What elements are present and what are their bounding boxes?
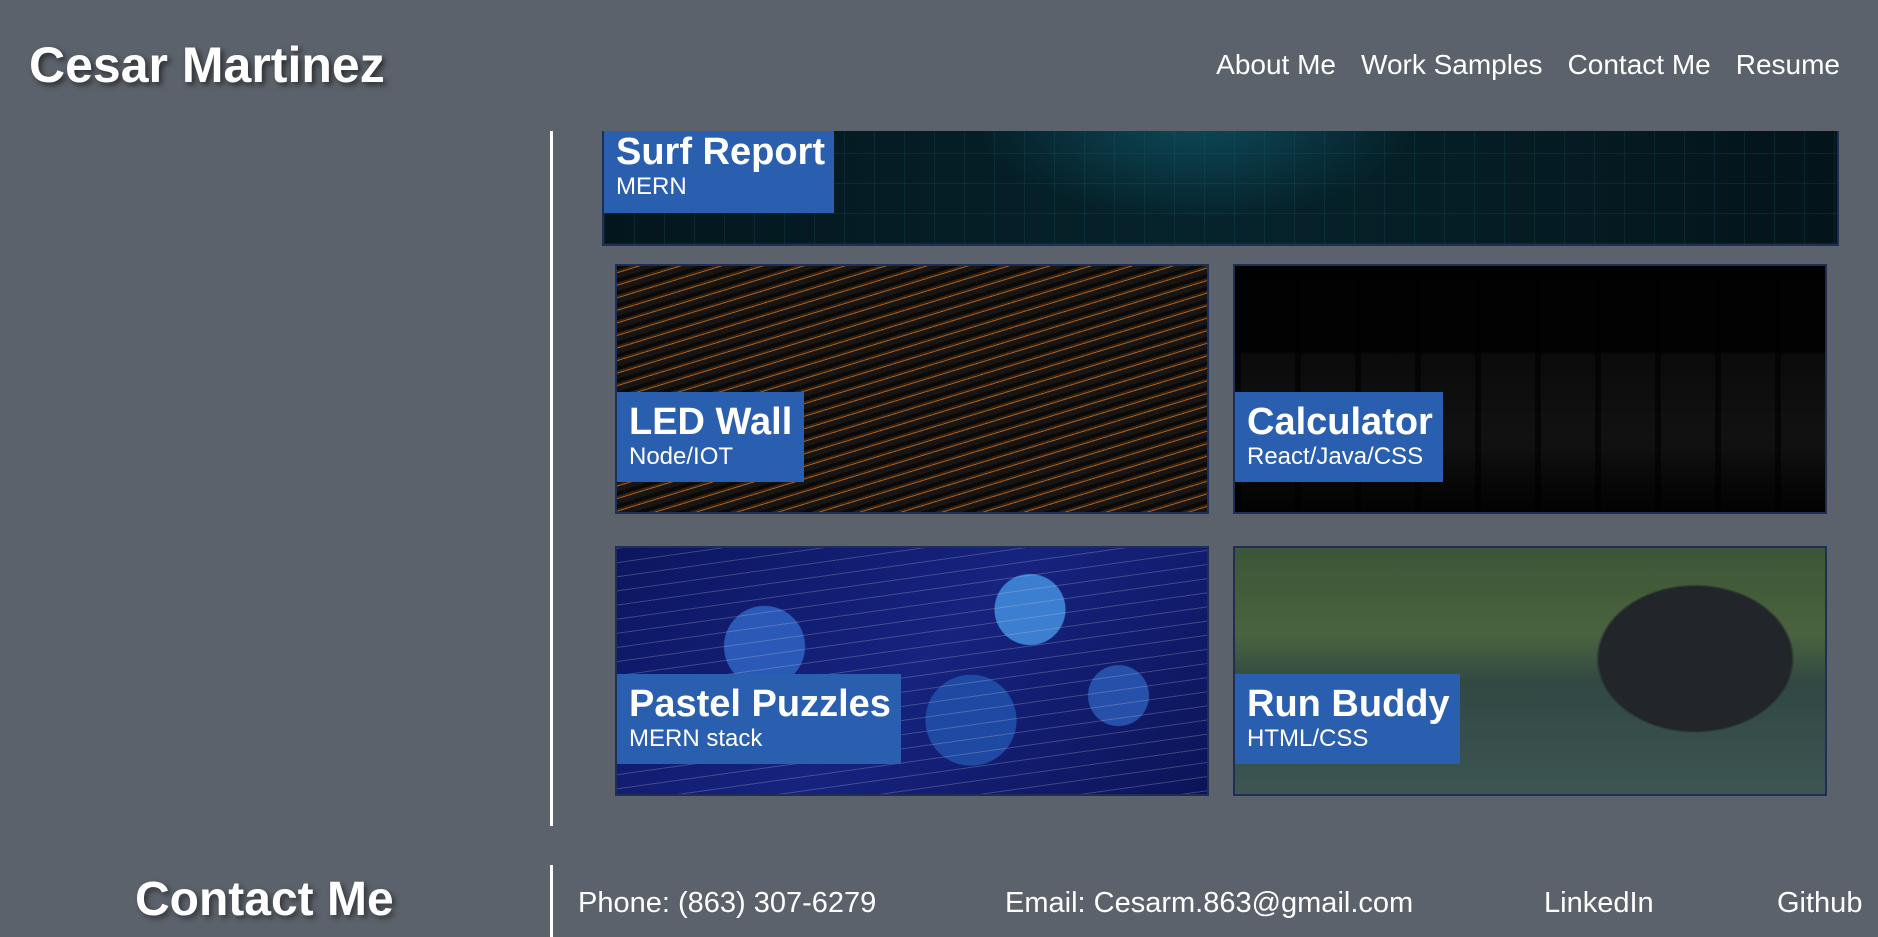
contact-phone: Phone: (863) 307-6279 <box>578 887 877 919</box>
project-tech: MERN stack <box>629 725 763 752</box>
main-nav: About Me Work Samples Contact Me Resume <box>1216 48 1840 82</box>
section-divider <box>550 131 553 826</box>
project-title: LED Wall <box>629 401 793 443</box>
project-tech: HTML/CSS <box>1247 725 1369 752</box>
project-title: Pastel Puzzles <box>629 683 891 725</box>
contact-email-link[interactable]: Email: Cesarm.863@gmail.com <box>1005 886 1413 920</box>
project-tech: Node/IOT <box>629 443 734 470</box>
project-card-led-wall[interactable]: LED Wall Node/IOT <box>615 264 1209 514</box>
project-title: Calculator <box>1247 401 1433 443</box>
contact-heading: Contact Me <box>135 873 394 926</box>
nav-work-samples[interactable]: Work Samples <box>1361 48 1543 82</box>
linkedin-link[interactable]: LinkedIn <box>1544 886 1654 920</box>
project-label: Pastel Puzzles MERN stack <box>617 674 901 764</box>
site-title: Cesar Martinez <box>29 37 385 93</box>
project-label: Surf Report MERN <box>604 131 834 213</box>
contact-divider <box>550 865 553 937</box>
project-title: Run Buddy <box>1247 683 1450 725</box>
project-label: Run Buddy HTML/CSS <box>1235 674 1460 764</box>
project-label: LED Wall Node/IOT <box>617 392 804 482</box>
project-card-calculator[interactable]: Calculator React/Java/CSS <box>1233 264 1827 514</box>
project-card-pastel-puzzles[interactable]: Pastel Puzzles MERN stack <box>615 546 1209 796</box>
project-tech: React/Java/CSS <box>1247 443 1424 470</box>
project-tech: MERN <box>616 173 687 200</box>
nav-resume[interactable]: Resume <box>1736 48 1840 82</box>
nav-about-me[interactable]: About Me <box>1216 48 1336 82</box>
project-title: Surf Report <box>616 131 825 173</box>
project-card-surf-report[interactable]: Surf Report MERN <box>602 131 1839 246</box>
nav-contact-me[interactable]: Contact Me <box>1568 48 1711 82</box>
project-label: Calculator React/Java/CSS <box>1235 392 1443 482</box>
github-link[interactable]: Github <box>1777 886 1862 920</box>
project-card-run-buddy[interactable]: Run Buddy HTML/CSS <box>1233 546 1827 796</box>
